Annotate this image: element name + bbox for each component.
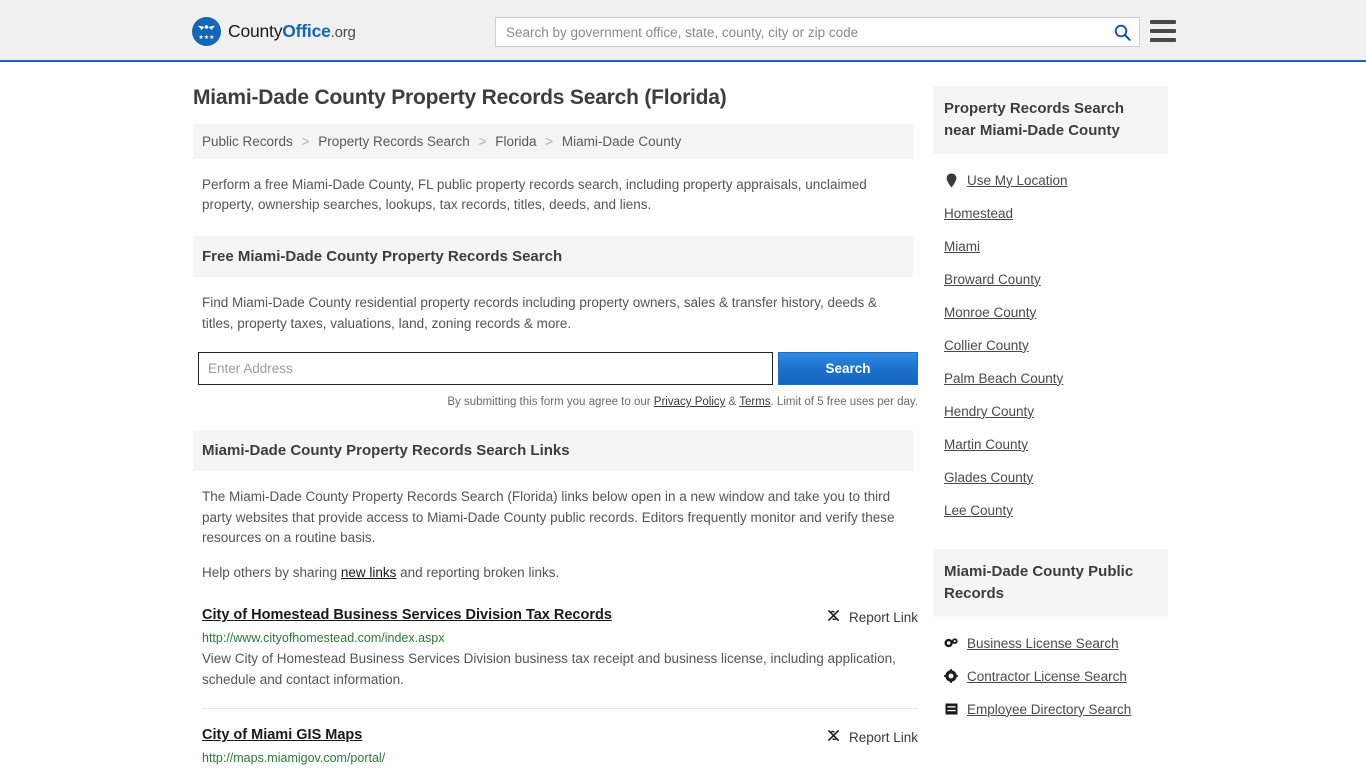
search-icon[interactable]: [1105, 18, 1139, 46]
gear-icon: [944, 669, 958, 684]
breadcrumb-separator: >: [478, 134, 487, 149]
address-input[interactable]: [198, 352, 773, 386]
logo-text-office: Office: [282, 21, 331, 41]
directory-icon: [944, 702, 958, 716]
sidebar-link-label[interactable]: Collier County: [944, 338, 1029, 353]
sidebar-link-label[interactable]: Business License Search: [967, 636, 1119, 651]
page-intro-text: Perform a free Miami-Dade County, FL pub…: [202, 177, 867, 212]
sidebar-item-lee-county[interactable]: Lee County: [933, 494, 1168, 527]
sidebar-link-label[interactable]: Hendry County: [944, 404, 1034, 419]
global-search-bar[interactable]: [495, 17, 1140, 47]
new-links-link[interactable]: new links: [341, 565, 397, 580]
eagle-seal-icon: ★★★: [192, 17, 221, 46]
report-link-button[interactable]: Report Link: [826, 727, 918, 746]
list-divider: [202, 708, 918, 710]
site-header: ★★★ CountyOffice.org: [0, 0, 1366, 62]
sidebar-item-employee-directory-search[interactable]: Employee Directory Search: [933, 693, 1168, 726]
sidebar-item-homestead[interactable]: Homestead: [933, 197, 1168, 230]
terms-link[interactable]: Terms: [739, 396, 770, 408]
breadcrumb: Public Records > Property Records Search…: [193, 124, 913, 159]
sidebar-item-miami[interactable]: Miami: [933, 230, 1168, 263]
list-item: City of Homestead Business Services Divi…: [202, 607, 918, 710]
list-item: City of Miami GIS Maps Report Link http:…: [202, 727, 918, 768]
breadcrumb-separator: >: [545, 134, 554, 149]
sidebar-link-label[interactable]: Monroe County: [944, 305, 1036, 320]
sidebar-link-label[interactable]: Palm Beach County: [944, 371, 1063, 386]
breadcrumb-separator: >: [301, 134, 310, 149]
form-disclaimer: By submitting this form you agree to our…: [198, 396, 918, 408]
sidebar-item-monroe-county[interactable]: Monroe County: [933, 296, 1168, 329]
sidebar-link-label[interactable]: Contractor License Search: [967, 669, 1127, 684]
stars-icon: ★★★: [198, 34, 215, 41]
sidebar-link-label[interactable]: Lee County: [944, 503, 1013, 518]
site-logo[interactable]: ★★★ CountyOffice.org: [192, 17, 356, 46]
result-link-url: http://maps.miamigov.com/portal/: [202, 751, 386, 766]
result-link-title[interactable]: City of Homestead Business Services Divi…: [202, 607, 612, 623]
sidebar-item-collier-county[interactable]: Collier County: [933, 329, 1168, 362]
sidebar-link-label[interactable]: Broward County: [944, 272, 1041, 287]
sidebar-link-label[interactable]: Miami: [944, 239, 980, 254]
breadcrumb-item-miami-dade-county[interactable]: Miami-Dade County: [562, 134, 681, 149]
breadcrumb-item-property-records-search[interactable]: Property Records Search: [318, 134, 470, 149]
disclaimer-suffix: . Limit of 5 free uses per day.: [770, 396, 918, 409]
help-prefix: Help others by sharing: [202, 564, 341, 580]
sidebar-item-hendry-county[interactable]: Hendry County: [933, 395, 1168, 428]
report-link-button[interactable]: Report Link: [826, 607, 918, 626]
links-section-description: The Miami-Dade County Property Records S…: [202, 489, 895, 546]
broken-link-icon: [826, 728, 841, 746]
report-link-label: Report Link: [848, 609, 918, 625]
logo-wordmark: CountyOffice.org: [228, 21, 356, 42]
sidebar-item-use-my-location[interactable]: Use My Location: [933, 164, 1168, 197]
hamburger-bar: [1150, 29, 1176, 33]
disclaimer-prefix: By submitting this form you agree to our: [447, 396, 654, 409]
hamburger-menu-icon[interactable]: [1150, 20, 1176, 42]
main-content: Miami-Dade County Property Records Searc…: [193, 62, 918, 768]
sidebar-item-palm-beach-county[interactable]: Palm Beach County: [933, 362, 1168, 395]
hamburger-bar: [1150, 20, 1176, 24]
breadcrumb-item-florida[interactable]: Florida: [495, 134, 536, 149]
sidebar-item-glades-county[interactable]: Glades County: [933, 461, 1168, 494]
sidebar-nearby-heading: Property Records Search near Miami-Dade …: [933, 86, 1168, 154]
hamburger-bar: [1150, 38, 1176, 42]
sidebar-link-label[interactable]: Use My Location: [967, 173, 1068, 188]
sidebar-link-label[interactable]: Employee Directory Search: [967, 702, 1131, 717]
sidebar-nearby-list: Use My Location Homestead Miami Broward …: [933, 164, 1168, 527]
sidebar-link-label[interactable]: Glades County: [944, 470, 1033, 485]
result-link-title[interactable]: City of Miami GIS Maps: [202, 727, 362, 743]
sidebar-public-records-list: Business License Search Contractor Licen…: [933, 627, 1168, 726]
sidebar-item-broward-county[interactable]: Broward County: [933, 263, 1168, 296]
address-search-button[interactable]: Search: [778, 352, 918, 386]
global-search-input[interactable]: [496, 24, 1105, 40]
links-section-heading: Miami-Dade County Property Records Searc…: [193, 430, 913, 472]
sidebar-item-martin-county[interactable]: Martin County: [933, 428, 1168, 461]
free-search-description: Find Miami-Dade County residential prope…: [202, 295, 878, 331]
disclaimer-amp: &: [725, 396, 740, 409]
result-link-url: http://www.cityofhomestead.com/index.asp…: [202, 631, 445, 646]
sidebar-link-label[interactable]: Martin County: [944, 437, 1028, 452]
result-link-description: View City of Homestead Business Services…: [202, 651, 896, 687]
free-search-heading: Free Miami-Dade County Property Records …: [193, 236, 913, 278]
sidebar-public-records-block: Miami-Dade County Public Records Busines…: [933, 548, 1168, 726]
privacy-policy-link[interactable]: Privacy Policy: [654, 396, 726, 408]
sidebar-public-records-heading: Miami-Dade County Public Records: [933, 548, 1168, 617]
logo-text-tld: .org: [330, 24, 356, 41]
sidebar: Property Records Search near Miami-Dade …: [933, 62, 1168, 768]
help-share-text: Help others by sharing new links and rep…: [202, 563, 912, 584]
map-pin-icon: [944, 173, 958, 188]
page-title: Miami-Dade County Property Records Searc…: [193, 86, 727, 109]
logo-text-county: County: [228, 21, 283, 41]
page-body: Miami-Dade County Property Records Searc…: [0, 62, 1366, 768]
address-search-form: Search: [198, 352, 918, 386]
sidebar-item-contractor-license-search[interactable]: Contractor License Search: [933, 660, 1168, 693]
help-suffix: and reporting broken links.: [396, 564, 560, 580]
broken-link-icon: [826, 608, 841, 626]
sidebar-link-label[interactable]: Homestead: [944, 206, 1013, 221]
report-link-label: Report Link: [848, 729, 918, 745]
breadcrumb-item-public-records[interactable]: Public Records: [202, 134, 293, 149]
gears-icon: [944, 636, 958, 650]
sidebar-item-business-license-search[interactable]: Business License Search: [933, 627, 1168, 660]
